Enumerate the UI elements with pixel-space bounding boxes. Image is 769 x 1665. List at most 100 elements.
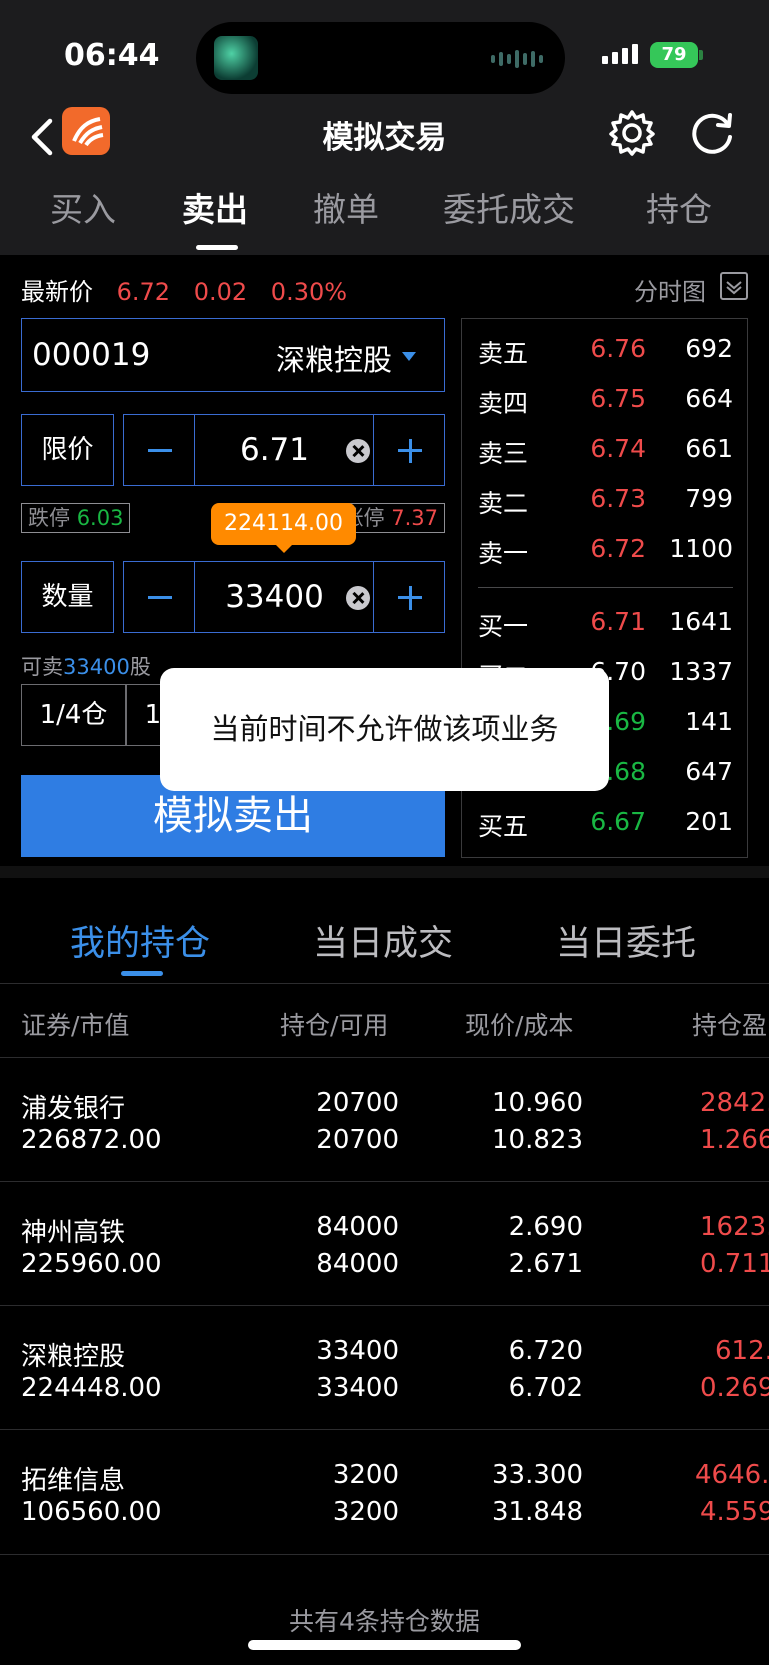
stock-code-input[interactable]: 000019 深粮控股: [21, 318, 445, 392]
pnl-pct: 0.269: [700, 1373, 769, 1403]
expand-chart-icon[interactable]: [720, 272, 748, 300]
holdings-tab-indicator: [121, 971, 163, 976]
now-playing-thumbnail: [214, 36, 258, 80]
row-divider: [0, 1181, 769, 1182]
refresh-icon[interactable]: [686, 107, 738, 159]
security-name: 拓维信息: [21, 1466, 126, 1496]
order-amount-tooltip: 224114.00: [211, 503, 356, 545]
column-security: 证券/市值: [21, 1011, 130, 1040]
hold-qty: 84000: [316, 1212, 399, 1242]
hold-qty: 3200: [332, 1460, 399, 1490]
tab-cancel[interactable]: 撤单: [313, 183, 379, 231]
quantity-increase-button[interactable]: [373, 561, 445, 633]
pnl-amount: 612.0: [715, 1336, 769, 1366]
intraday-chart-link[interactable]: 分时图: [634, 272, 706, 307]
tab-today-orders[interactable]: 当日委托: [556, 915, 696, 966]
limit-down-value: 6.03: [76, 506, 124, 530]
cellular-signal-icon: [602, 44, 638, 64]
bid-row[interactable]: 买一 6.71 1641: [478, 607, 733, 647]
bid-qty: 201: [685, 807, 733, 836]
order-book-divider: [478, 587, 733, 588]
nav-bar: 模拟交易 买入 卖出 撤单 委托成交 持仓: [0, 105, 769, 255]
price-decrease-button[interactable]: [123, 414, 195, 486]
bid-qty: 1337: [669, 657, 733, 686]
column-pnl: 持仓盈: [692, 1011, 768, 1040]
ask-price: 6.73: [590, 484, 646, 513]
home-indicator[interactable]: [248, 1640, 521, 1650]
audio-wave-icon: [491, 50, 543, 68]
latest-price-label: 最新价: [21, 278, 93, 306]
tab-orders[interactable]: 委托成交: [443, 183, 575, 231]
battery-tip: [699, 50, 703, 60]
limit-down-label: 跌停: [28, 506, 70, 530]
tab-my-positions[interactable]: 我的持仓: [70, 915, 210, 966]
ask-qty: 692: [685, 334, 733, 363]
ask-row[interactable]: 卖一 6.72 1100: [478, 534, 733, 574]
tab-buy[interactable]: 买入: [50, 183, 116, 231]
current-price: 2.690: [508, 1212, 583, 1242]
clear-price-icon[interactable]: [346, 439, 370, 463]
bid-price: 6.71: [590, 607, 646, 636]
ask-row[interactable]: 卖五 6.76 692: [478, 334, 733, 374]
sellable-value: 33400: [63, 655, 130, 679]
ask-price: 6.74: [590, 434, 646, 463]
ask-level: 卖二: [478, 489, 529, 518]
pnl-pct: 4.559: [700, 1497, 769, 1527]
security-name: 神州高铁: [21, 1218, 126, 1248]
status-bar: 06:44 79: [0, 0, 769, 105]
pnl-amount: 4646.: [695, 1460, 769, 1490]
latest-price: 6.72: [116, 278, 171, 306]
bid-row[interactable]: 买五 6.67 201: [478, 807, 733, 847]
quarter-position-button[interactable]: 1/4仓: [21, 684, 126, 746]
sellable-suffix: 股: [129, 655, 151, 679]
header-divider: [0, 983, 769, 984]
quantity-field[interactable]: 33400: [194, 561, 374, 633]
bid-qty: 647: [685, 757, 733, 786]
price-field[interactable]: 6.71: [194, 414, 374, 486]
clear-quantity-icon[interactable]: [346, 586, 370, 610]
ask-price: 6.72: [590, 534, 646, 563]
tab-today-deals[interactable]: 当日成交: [313, 915, 453, 966]
avail-qty: 84000: [316, 1249, 399, 1279]
tab-sell[interactable]: 卖出: [182, 183, 248, 231]
row-divider: [0, 1057, 769, 1058]
stock-name: 深粮控股: [275, 343, 392, 377]
cost-price: 10.823: [492, 1125, 583, 1155]
chevron-down-icon: [402, 352, 416, 361]
latest-price-row: 最新价 6.72 0.02 0.30%: [21, 272, 363, 307]
trade-tabs: 买入 卖出 撤单 委托成交 持仓: [0, 183, 769, 237]
market-value: 225960.00: [21, 1249, 162, 1279]
price-value: 6.71: [239, 432, 310, 468]
quantity-value: 33400: [225, 579, 324, 615]
bid-level: 买一: [478, 612, 529, 641]
bid-qty: 141: [685, 707, 733, 736]
price-type-select[interactable]: 限价: [21, 414, 114, 486]
bid-price: 6.67: [590, 807, 646, 836]
cost-price: 31.848: [492, 1497, 583, 1527]
sellable-quantity: 可卖33400股: [21, 651, 151, 681]
pnl-pct: 1.266: [700, 1125, 769, 1155]
ask-row[interactable]: 卖四 6.75 664: [478, 384, 733, 424]
cost-price: 6.702: [508, 1373, 583, 1403]
hold-qty: 20700: [316, 1088, 399, 1118]
security-name: 浦发银行: [21, 1094, 126, 1124]
toast-message: 当前时间不允许做该项业务: [160, 668, 609, 791]
ask-qty: 664: [685, 384, 733, 413]
ask-qty: 1100: [669, 534, 733, 563]
gear-icon[interactable]: [606, 107, 658, 159]
tab-positions[interactable]: 持仓: [646, 183, 712, 231]
price-increase-button[interactable]: [373, 414, 445, 486]
quantity-decrease-button[interactable]: [123, 561, 195, 633]
ask-row[interactable]: 卖二 6.73 799: [478, 484, 733, 524]
pnl-amount: 2842.: [700, 1088, 769, 1118]
section-divider: [0, 866, 769, 878]
ask-row[interactable]: 卖三 6.74 661: [478, 434, 733, 474]
battery-icon: 79: [650, 42, 698, 68]
ask-level: 卖一: [478, 539, 529, 568]
active-tab-indicator: [196, 245, 238, 250]
column-price: 现价/成本: [465, 1011, 574, 1040]
security-name: 深粮控股: [21, 1342, 126, 1372]
limit-down-badge: 跌停 6.03: [21, 503, 131, 533]
stock-code: 000019: [32, 337, 151, 373]
dynamic-island[interactable]: [196, 22, 565, 94]
